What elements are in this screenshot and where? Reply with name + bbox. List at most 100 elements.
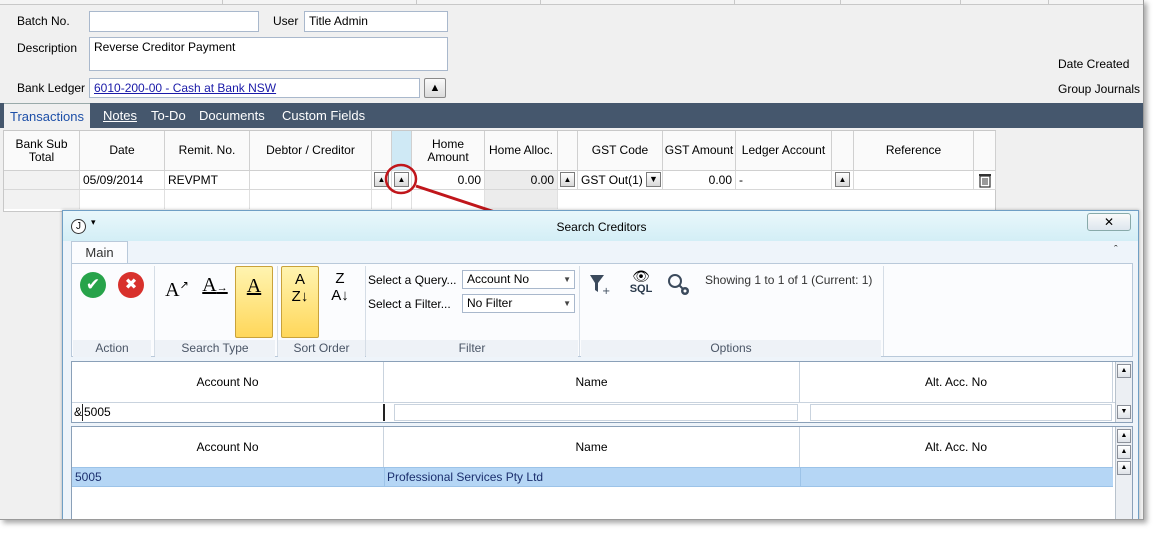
bank-ledger-link[interactable]: 6010-200-00 - Cash at Bank NSW: [89, 78, 420, 98]
dialog-title-bar: J ▾ Search Creditors ✕: [63, 211, 1138, 241]
tab-notes[interactable]: Notes: [103, 103, 137, 128]
search-gear-icon: [668, 274, 689, 295]
search-name-input[interactable]: [394, 404, 798, 421]
col-date[interactable]: Date: [80, 131, 165, 171]
search-settings-button[interactable]: [666, 272, 692, 298]
chevron-up-icon: ▲: [429, 82, 441, 94]
cell-gst-amount[interactable]: 0.00: [663, 171, 736, 190]
search-grid: Account No Name Alt. Acc. No & 5005 ▲ ▼: [71, 361, 1133, 423]
cell-debtor-creditor[interactable]: [250, 171, 372, 190]
cell-lookup-4: ▲: [832, 171, 854, 190]
gst-code-value: GST Out(1): [581, 173, 643, 187]
cell-gst-code[interactable]: GST Out(1) ▼: [578, 171, 663, 190]
sort-ascending-button[interactable]: A Z↓: [281, 266, 319, 338]
user-field[interactable]: Title Admin: [304, 11, 448, 32]
tab-documents[interactable]: Documents: [199, 103, 265, 128]
lookup-button-gst[interactable]: ▲: [560, 172, 575, 187]
sql-button[interactable]: 👁 SQL: [626, 268, 656, 300]
search-account-input[interactable]: 5005: [82, 404, 385, 421]
cell-home-alloc: 0.00: [485, 171, 558, 190]
date-created-label: Date Created: [1058, 57, 1130, 71]
cell-date[interactable]: 05/09/2014: [80, 171, 165, 190]
search-scrollbar[interactable]: ▲ ▼: [1115, 362, 1132, 422]
group-label-options: Options: [581, 340, 881, 357]
cell-reference[interactable]: [854, 171, 974, 190]
group-label-action: Action: [73, 340, 151, 357]
eye-icon: 👁: [632, 268, 650, 284]
filter-select[interactable]: No Filter ▼: [462, 294, 575, 313]
dropdown-arrow-icon: ▼: [563, 299, 571, 308]
scroll-down-icon[interactable]: ▼: [1117, 405, 1131, 419]
tab-bar: Transactions Notes To-Do Documents Custo…: [0, 103, 1143, 128]
search-alt-input[interactable]: [810, 404, 1112, 421]
search-type-contains-button[interactable]: A: [235, 266, 273, 338]
accept-button[interactable]: ✔: [80, 272, 106, 298]
search-col-alt-acc-no[interactable]: Alt. Acc. No: [800, 362, 1113, 402]
results-col-account-no[interactable]: Account No: [72, 427, 384, 467]
result-name: Professional Services Pty Ltd: [387, 470, 544, 484]
cell-lookup-3: ▲: [558, 171, 578, 190]
lookup-button-ledger[interactable]: ▲: [835, 172, 850, 187]
query-select[interactable]: Account No ▼: [462, 270, 575, 289]
bank-ledger-lookup-button[interactable]: ▲: [424, 78, 446, 98]
dropdown-arrow-icon: ▼: [563, 275, 571, 284]
search-col-name[interactable]: Name: [384, 362, 800, 402]
col-bank-sub-total[interactable]: Bank Sub Total: [4, 131, 80, 171]
col-lookup-4: [832, 131, 854, 171]
group-label-search-type: Search Type: [155, 340, 275, 357]
col-reference[interactable]: Reference: [854, 131, 974, 171]
lookup-button-amount[interactable]: ▲: [394, 172, 409, 187]
cell-ledger-account[interactable]: -: [736, 171, 832, 190]
bank-ledger-label: Bank Ledger: [17, 81, 86, 95]
group-journals-label: Group Journals: [1058, 82, 1141, 96]
trash-icon[interactable]: [978, 172, 992, 188]
search-type-starts-with-button[interactable]: A↗: [158, 266, 196, 338]
lookup-button-creditor[interactable]: ▲: [374, 172, 389, 187]
scroll-page-up-icon[interactable]: ▲: [1117, 445, 1131, 459]
batch-no-field[interactable]: [89, 11, 259, 32]
results-grid: Account No Name Alt. Acc. No 5005 Profes…: [71, 426, 1133, 519]
cell-lookup-1: ▲: [372, 171, 392, 190]
col-home-alloc[interactable]: Home Alloc.: [485, 131, 558, 171]
search-creditors-dialog: J ▾ Search Creditors ✕ Main ˆ ✔ ✖ Action…: [62, 210, 1139, 519]
cell-remit[interactable]: REVPMT: [165, 171, 250, 190]
col-ledger-account[interactable]: Ledger Account: [736, 131, 832, 171]
col-home-amount[interactable]: Home Amount: [412, 131, 485, 171]
col-debtor-creditor[interactable]: Debtor / Creditor: [250, 131, 372, 171]
tab-todo[interactable]: To-Do: [151, 103, 186, 128]
description-label: Description: [17, 41, 78, 55]
group-label-filter: Filter: [366, 340, 578, 357]
results-col-name[interactable]: Name: [384, 427, 800, 467]
cancel-button[interactable]: ✖: [118, 272, 144, 298]
results-col-alt-acc-no[interactable]: Alt. Acc. No: [800, 427, 1113, 467]
description-field[interactable]: Reverse Creditor Payment: [89, 37, 448, 71]
sort-za-icon: Z A↓: [331, 270, 349, 304]
ribbon-tab-main[interactable]: Main: [71, 241, 128, 264]
search-row: & 5005: [72, 402, 1116, 422]
batch-no-label: Batch No.: [17, 14, 70, 28]
col-gst-code[interactable]: GST Code: [578, 131, 663, 171]
tab-transactions[interactable]: Transactions: [4, 103, 90, 128]
collapse-ribbon-icon[interactable]: ˆ: [1114, 244, 1118, 256]
gst-code-dropdown-icon[interactable]: ▼: [646, 172, 661, 187]
letter-a-underline-arrow-icon: A→: [202, 274, 228, 296]
close-button[interactable]: ✕: [1087, 213, 1131, 231]
cell-home-amount[interactable]: 0.00: [412, 171, 485, 190]
scroll-up-icon[interactable]: ▲: [1117, 364, 1131, 378]
filter-add-button[interactable]: +: [588, 272, 612, 298]
col-delete: [974, 131, 996, 171]
search-type-exact-button[interactable]: A→: [196, 266, 234, 338]
scroll-up-icon[interactable]: ▲: [1117, 461, 1131, 475]
results-scrollbar[interactable]: ▲ ▲ ▲: [1115, 427, 1132, 519]
tab-custom-fields[interactable]: Custom Fields: [282, 103, 365, 128]
funnel-plus-icon: +: [590, 275, 610, 297]
col-remit-no[interactable]: Remit. No.: [165, 131, 250, 171]
table-row[interactable]: 5005 Professional Services Pty Ltd: [72, 467, 1113, 487]
scroll-top-icon[interactable]: ▲: [1117, 429, 1131, 443]
col-gst-amount[interactable]: GST Amount: [663, 131, 736, 171]
user-label: User: [273, 14, 299, 28]
sort-az-icon: A Z↓: [291, 271, 309, 305]
search-col-account-no[interactable]: Account No: [72, 362, 384, 402]
select-filter-label: Select a Filter...: [368, 297, 451, 311]
sort-descending-button[interactable]: Z A↓: [321, 266, 359, 338]
